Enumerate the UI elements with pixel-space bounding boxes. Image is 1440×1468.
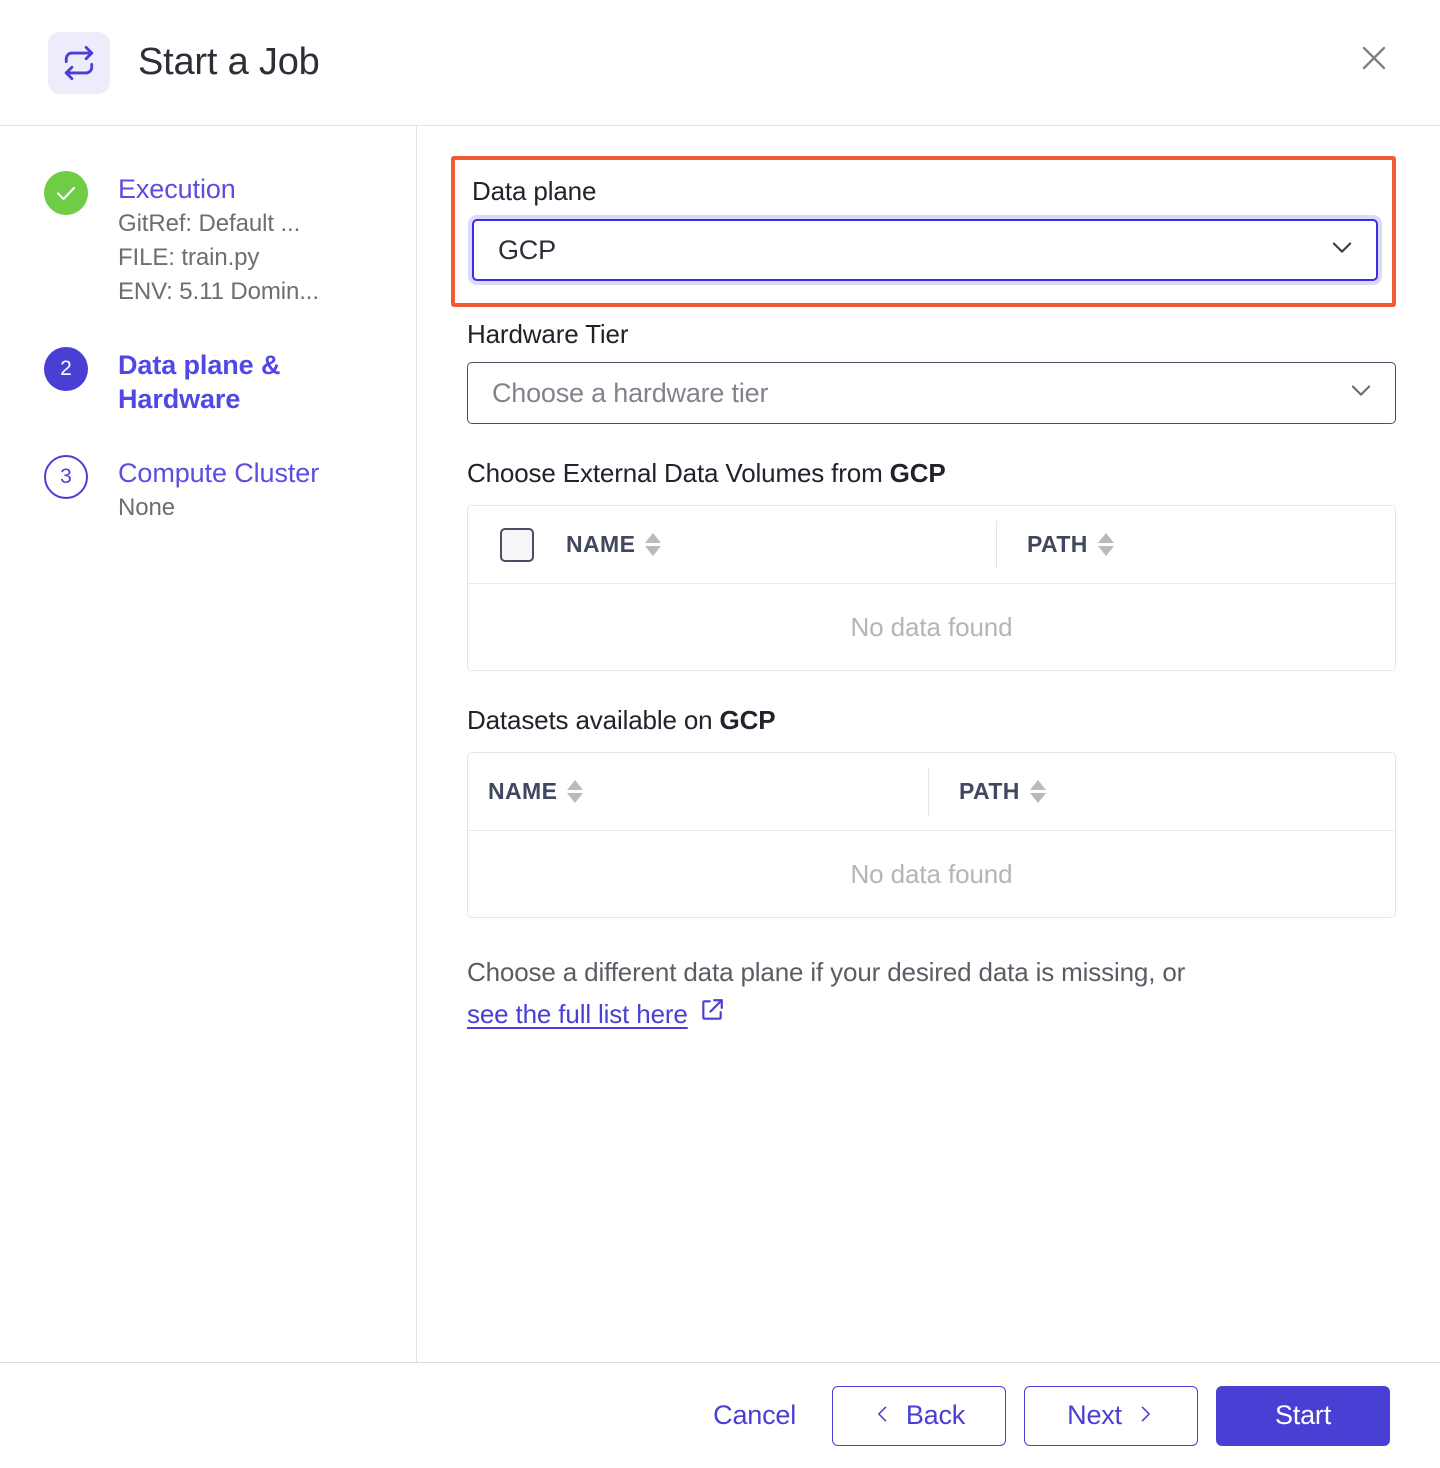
cancel-button[interactable]: Cancel (695, 1386, 814, 1446)
column-header-label: PATH (959, 778, 1020, 804)
data-plane-annotation-highlight: Data plane GCP (451, 156, 1396, 307)
next-button-label: Next (1067, 1400, 1122, 1430)
datasets-title-emphasis: GCP (719, 705, 776, 735)
select-all-cell (468, 527, 566, 562)
step-title: Compute Cluster (118, 458, 320, 489)
step-title: Data plane & Hardware (118, 350, 281, 415)
main-content: Data plane GCP Hardware Tier Choose a ha… (417, 126, 1440, 1362)
column-header-label: NAME (488, 778, 558, 804)
select-all-checkbox[interactable] (500, 527, 534, 562)
close-icon[interactable] (1352, 36, 1396, 80)
data-plane-hint: Choose a different data plane if your de… (467, 952, 1396, 1035)
column-header-name[interactable]: NAME (468, 778, 928, 805)
step-text: Compute Cluster None (118, 454, 319, 524)
datasets-title-prefix: Datasets available on (467, 705, 720, 735)
sidebar-step-compute-cluster[interactable]: 3 Compute Cluster None (44, 454, 416, 524)
step-number-badge: 3 (44, 455, 88, 500)
column-header-name[interactable]: NAME (566, 531, 996, 558)
datasets-table: NAME PATH No data found (467, 752, 1396, 918)
hardware-tier-placeholder: Choose a hardware tier (492, 377, 769, 408)
column-header-label: PATH (1027, 531, 1088, 557)
start-a-job-modal: Start a Job Execution GitRef: Default ..… (0, 0, 1440, 1468)
column-header-label: NAME (566, 531, 636, 557)
table-header-row: NAME PATH (468, 506, 1395, 584)
see-full-list-link-label: see the full list here (467, 998, 688, 1029)
page-title: Start a Job (138, 41, 320, 83)
modal-header: Start a Job (0, 0, 1440, 126)
sort-icon (567, 780, 584, 803)
chevron-right-icon (1135, 1400, 1155, 1431)
external-link-icon (699, 994, 725, 1036)
back-button-label: Back (905, 1400, 966, 1430)
step-sidebar: Execution GitRef: Default ... FILE: trai… (0, 126, 417, 1362)
table-header-row: NAME PATH (468, 753, 1395, 831)
hardware-tier-field: Hardware Tier Choose a hardware tier (467, 319, 1396, 424)
next-button[interactable]: Next (1024, 1385, 1198, 1446)
sort-icon (1097, 533, 1114, 556)
volumes-title-prefix: Choose External Data Volumes from (467, 458, 890, 488)
data-plane-select[interactable]: GCP (472, 219, 1378, 281)
modal-body: Execution GitRef: Default ... FILE: trai… (0, 126, 1440, 1362)
data-plane-value: GCP (498, 234, 556, 265)
chevron-left-icon (873, 1400, 893, 1431)
volumes-empty-state: No data found (850, 611, 1013, 642)
column-header-path[interactable]: PATH (997, 531, 1114, 558)
data-plane-label: Data plane (472, 176, 597, 206)
hint-text: Choose a different data plane if your de… (467, 957, 1186, 987)
sort-icon (645, 533, 662, 556)
modal-footer: Cancel Back Next Start (0, 1362, 1440, 1468)
sidebar-step-execution[interactable]: Execution GitRef: Default ... FILE: trai… (44, 170, 416, 308)
see-full-list-link[interactable]: see the full list here (467, 994, 725, 1036)
back-button[interactable]: Back (832, 1385, 1006, 1446)
start-button[interactable]: Start (1216, 1385, 1390, 1446)
column-header-path[interactable]: PATH (929, 778, 1046, 805)
hardware-tier-label: Hardware Tier (467, 319, 629, 349)
sort-icon (1029, 780, 1046, 803)
chevron-down-icon (1328, 233, 1356, 268)
step-text: Data plane & Hardware (118, 346, 328, 416)
volumes-table: NAME PATH No data found (467, 505, 1396, 671)
step-number-badge: 2 (44, 347, 88, 392)
step-subline: GitRef: Default ... (118, 210, 301, 238)
step-text: Execution GitRef: Default ... FILE: trai… (118, 170, 319, 308)
sync-icon (48, 31, 110, 94)
volumes-title-emphasis: GCP (889, 458, 946, 488)
step-title: Execution (118, 174, 236, 204)
sidebar-step-data-plane-hardware[interactable]: 2 Data plane & Hardware (44, 346, 416, 416)
datasets-empty-state: No data found (850, 858, 1013, 889)
volumes-section-title: Choose External Data Volumes from GCP (467, 458, 1396, 489)
step-subline: ENV: 5.11 Domin... (118, 278, 319, 306)
datasets-section-title: Datasets available on GCP (467, 705, 1396, 736)
check-icon (44, 171, 88, 215)
step-subline: FILE: train.py (118, 244, 260, 272)
chevron-down-icon (1347, 376, 1375, 411)
hardware-tier-select[interactable]: Choose a hardware tier (467, 362, 1396, 424)
step-subline: None (118, 494, 175, 522)
